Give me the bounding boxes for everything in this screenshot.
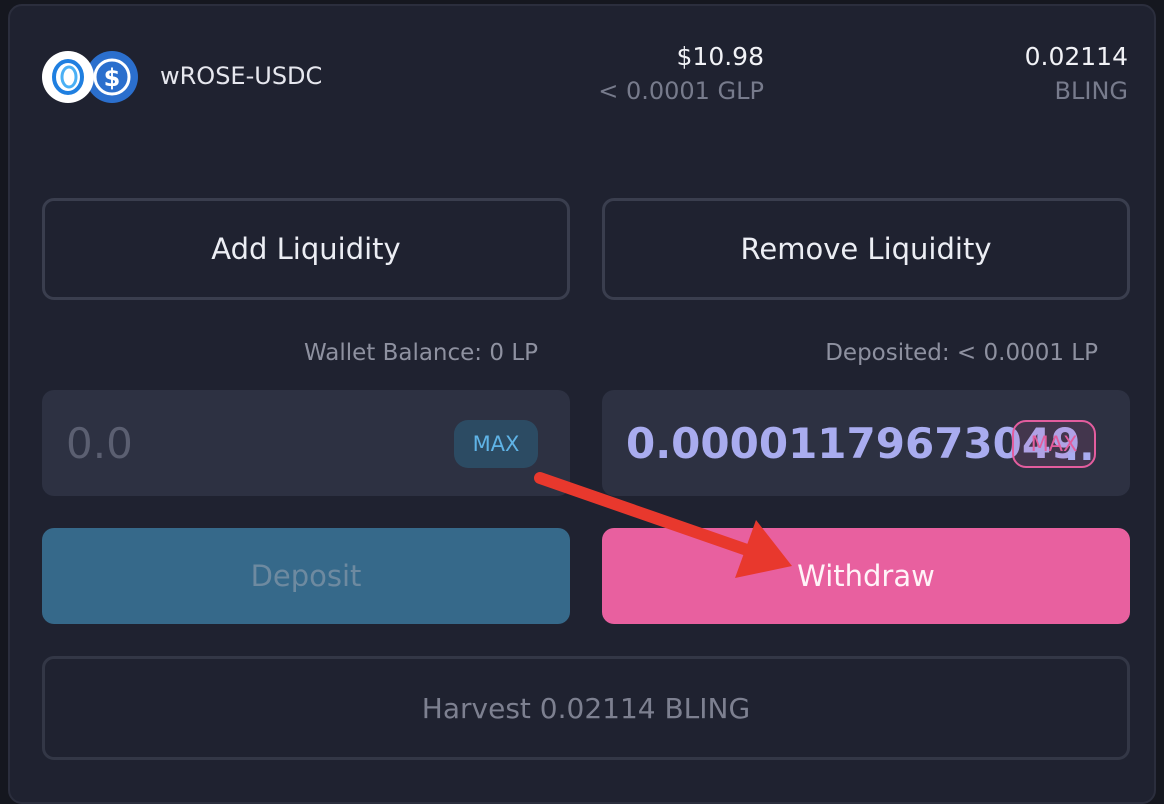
token-pair-logos: $ (42, 51, 142, 103)
reward-block: 0.02114 BLING (1025, 42, 1128, 105)
add-liquidity-button[interactable]: Add Liquidity (42, 198, 570, 300)
truncation-ellipsis: .. (1064, 424, 1095, 470)
tvl-block: $10.98 < 0.0001 GLP (598, 42, 764, 105)
deposit-amount-input[interactable] (66, 414, 466, 472)
rose-token-icon (42, 51, 94, 103)
reward-token: BLING (1054, 77, 1128, 105)
pair-name: wROSE-USDC (160, 62, 323, 90)
tvl-value: $10.98 (676, 42, 764, 71)
deposit-button[interactable]: Deposit (42, 528, 570, 624)
reward-value: 0.02114 (1024, 42, 1128, 71)
withdraw-button[interactable]: Withdraw (602, 528, 1130, 624)
tvl-lp-amount: < 0.0001 GLP (598, 77, 764, 105)
harvest-button[interactable]: Harvest 0.02114 BLING (42, 656, 1130, 760)
wallet-balance-label: Wallet Balance: 0 LP (303, 340, 538, 366)
pool-header: $ wROSE-USDC $10.98 < 0.0001 GLP 0.02114… (10, 6, 1154, 146)
deposit-max-button[interactable]: MAX (454, 420, 538, 468)
svg-text:$: $ (104, 64, 121, 92)
deposit-amount-box: MAX (42, 390, 570, 496)
remove-liquidity-button[interactable]: Remove Liquidity (602, 198, 1130, 300)
withdraw-amount-box: MAX .. (602, 390, 1130, 496)
deposited-balance-label: Deposited: < 0.0001 LP (825, 340, 1098, 366)
pool-card: $ wROSE-USDC $10.98 < 0.0001 GLP 0.02114… (8, 4, 1156, 804)
